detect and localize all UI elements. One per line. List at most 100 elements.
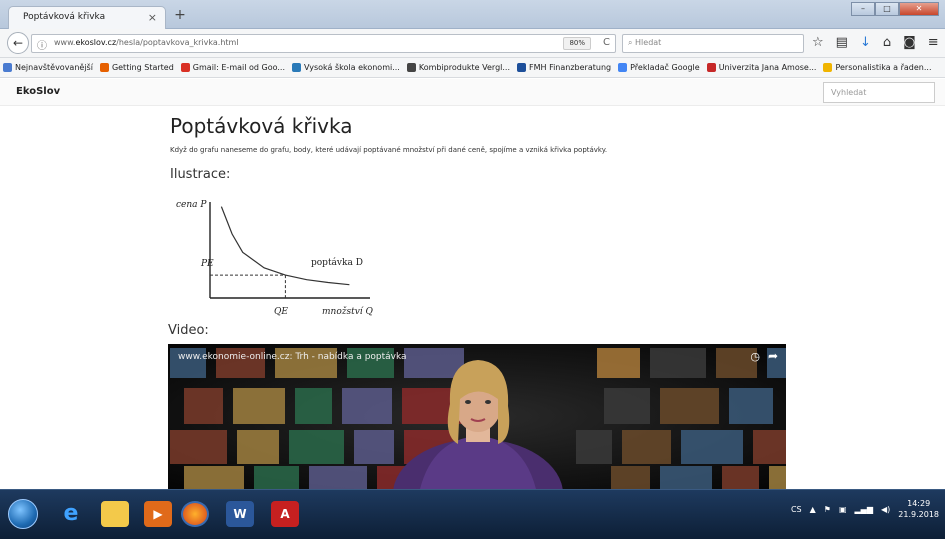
zoom-level[interactable]: 80%	[563, 37, 591, 50]
bookmark-favicon-icon	[99, 63, 109, 72]
network-icon[interactable]: ▣	[839, 505, 847, 514]
bookmarks-bar: Nejnavštěvovanější Getting Started Gmail: …	[0, 58, 945, 78]
y-axis-label: cena P	[176, 200, 207, 210]
bookmark-item[interactable]: Univerzita Jana Amose...	[706, 63, 817, 72]
bookmark-item[interactable]: Getting Started	[99, 63, 174, 72]
language-indicator[interactable]: CS	[791, 505, 802, 514]
bookmark-favicon-icon	[618, 63, 628, 72]
bookmark-item[interactable]: Vysoká škola ekonomi...	[292, 63, 400, 72]
download-icon[interactable]: ↓	[860, 35, 871, 50]
clipboard-icon[interactable]: ▤	[836, 35, 848, 50]
navigation-bar: ← ⓘ www.ekoslov.cz/hesla/poptavkova_kriv…	[0, 29, 945, 58]
video-wall-tile	[660, 466, 712, 489]
bookmark-item[interactable]: Gmail: E-mail od Goo...	[180, 63, 285, 72]
ie-icon[interactable]: e	[57, 501, 85, 527]
video-wall-tile	[170, 430, 227, 464]
bookmark-item[interactable]: Personalistika a řaden...	[823, 63, 932, 72]
bookmark-item[interactable]: Kombiprodukte Vergl...	[406, 63, 510, 72]
bookmark-item[interactable]: Nejnavštěvovanější	[3, 63, 93, 72]
video-wall-tile	[184, 466, 244, 489]
demand-series-label: poptávka D	[311, 257, 363, 268]
tab-title: Poptávková křivka	[23, 12, 106, 22]
new-tab-button[interactable]: +	[171, 7, 189, 23]
bookmark-favicon-icon	[292, 63, 301, 72]
toolbar-icons: ☆ ▤ ↓ ⌂ ◙ ≡	[812, 35, 939, 50]
video-wall-tile	[681, 430, 743, 464]
signal-icon[interactable]: ▂▄▆	[855, 505, 873, 514]
pocket-icon[interactable]: ◙	[903, 35, 916, 50]
bookmark-label: Kombiprodukte Vergl...	[418, 63, 510, 72]
media-player-icon[interactable]: ▶	[144, 501, 172, 527]
site-logo[interactable]: EkoSlov	[16, 86, 60, 97]
bookmark-item[interactable]: Překladač Google	[618, 63, 700, 72]
address-bar[interactable]: ⓘ www.ekoslov.cz/hesla/poptavkova_krivka…	[31, 34, 616, 53]
tray-expand-icon[interactable]: ▲	[810, 505, 816, 514]
bookmark-label: Getting Started	[111, 63, 174, 72]
equilibrium-quantity-label: QE	[274, 307, 288, 317]
video-player[interactable]: www.ekonomie-online.cz: Trh - nabídka a …	[168, 344, 786, 489]
video-wall-tile	[233, 388, 285, 424]
demand-curve-line	[220, 206, 350, 286]
video-wall-tile	[660, 388, 719, 424]
video-wall-tile	[611, 466, 650, 489]
maximize-icon[interactable]: □	[875, 2, 899, 16]
video-wall-tile	[722, 466, 759, 489]
word-icon[interactable]: W	[226, 501, 254, 527]
video-wall-tile	[650, 348, 706, 378]
bookmark-label: FMH Finanzberatung	[529, 63, 612, 72]
volume-icon[interactable]: ◀)	[881, 505, 890, 514]
bookmark-favicon-icon	[517, 63, 526, 72]
video-wall-tile	[295, 388, 332, 424]
share-icon[interactable]: ➦	[768, 349, 778, 363]
video-wall-tile	[576, 430, 612, 464]
watch-later-icon[interactable]: ◷	[750, 350, 760, 363]
flag-icon[interactable]: ⚑	[824, 505, 831, 514]
explorer-folder-icon[interactable]	[101, 501, 129, 527]
star-icon[interactable]: ☆	[812, 35, 824, 50]
bookmark-label: Univerzita Jana Amose...	[718, 63, 817, 72]
bookmark-label: Gmail: E-mail od Goo...	[192, 63, 285, 72]
url-text: www.ekoslov.cz/hesla/poptavkova_krivka.h…	[54, 38, 239, 47]
acrobat-icon[interactable]: A	[271, 501, 299, 527]
video-wall-tile	[184, 388, 223, 424]
bookmark-favicon-icon	[706, 63, 716, 72]
bookmark-item[interactable]: FMH Finanzberatung	[517, 63, 611, 72]
site-search-input[interactable]: Vyhledat	[823, 82, 935, 103]
video-wall-tile	[622, 430, 671, 464]
browser-search-input[interactable]: ⌕ Hledat	[622, 34, 804, 53]
start-button-icon[interactable]	[8, 499, 38, 529]
page-title: Poptávková křivka	[170, 114, 353, 138]
clock-time: 14:29	[907, 499, 931, 508]
bookmark-favicon-icon	[180, 63, 190, 72]
close-tab-icon[interactable]: ×	[148, 11, 157, 24]
firefox-icon[interactable]	[181, 501, 209, 527]
video-wall-tile	[309, 466, 367, 489]
info-icon[interactable]: ⓘ	[37, 37, 47, 52]
back-arrow-icon[interactable]: ←	[7, 32, 29, 54]
video-wall-tile	[729, 388, 773, 424]
close-window-icon[interactable]: ✕	[899, 2, 939, 16]
tab-bar: Poptávková křivka × + – □ ✕	[0, 0, 945, 30]
clock-date: 21.9.2018	[898, 510, 939, 519]
video-thumbnail	[168, 344, 786, 489]
clock[interactable]: 14:29 21.9.2018	[898, 498, 939, 520]
intro-text: Když do grafu naneseme do grafu, body, k…	[170, 146, 608, 154]
menu-icon[interactable]: ≡	[928, 35, 939, 50]
screen: Poptávková křivka × + – □ ✕ ← ⓘ www.ekos…	[0, 0, 945, 539]
bookmark-favicon-icon	[3, 63, 12, 72]
video-wall-tile	[237, 430, 279, 464]
video-wall-tile	[597, 348, 640, 378]
tab-active[interactable]: Poptávková křivka ×	[8, 6, 166, 30]
video-wall-tile	[354, 430, 394, 464]
window-controls: – □ ✕	[851, 2, 939, 16]
equilibrium-price-label: PE	[200, 259, 214, 269]
home-icon[interactable]: ⌂	[883, 35, 891, 50]
system-tray: CS ▲ ⚑ ▣ ▂▄▆ ◀) 14:29 21.9.2018	[791, 498, 939, 520]
demand-curve-chart: cena P množství Q PE QE poptávka D	[176, 200, 374, 317]
minimize-icon[interactable]: –	[851, 2, 875, 16]
search-icon: ⌕	[628, 38, 636, 47]
os-taskbar: e ▶ W A CS ▲ ⚑ ▣ ▂▄▆ ◀) 14:29 21.9.2018	[0, 489, 945, 539]
reload-icon[interactable]: C	[603, 37, 610, 48]
video-title[interactable]: www.ekonomie-online.cz: Trh - nabídka a …	[178, 352, 407, 362]
video-wall-tile	[769, 466, 786, 489]
